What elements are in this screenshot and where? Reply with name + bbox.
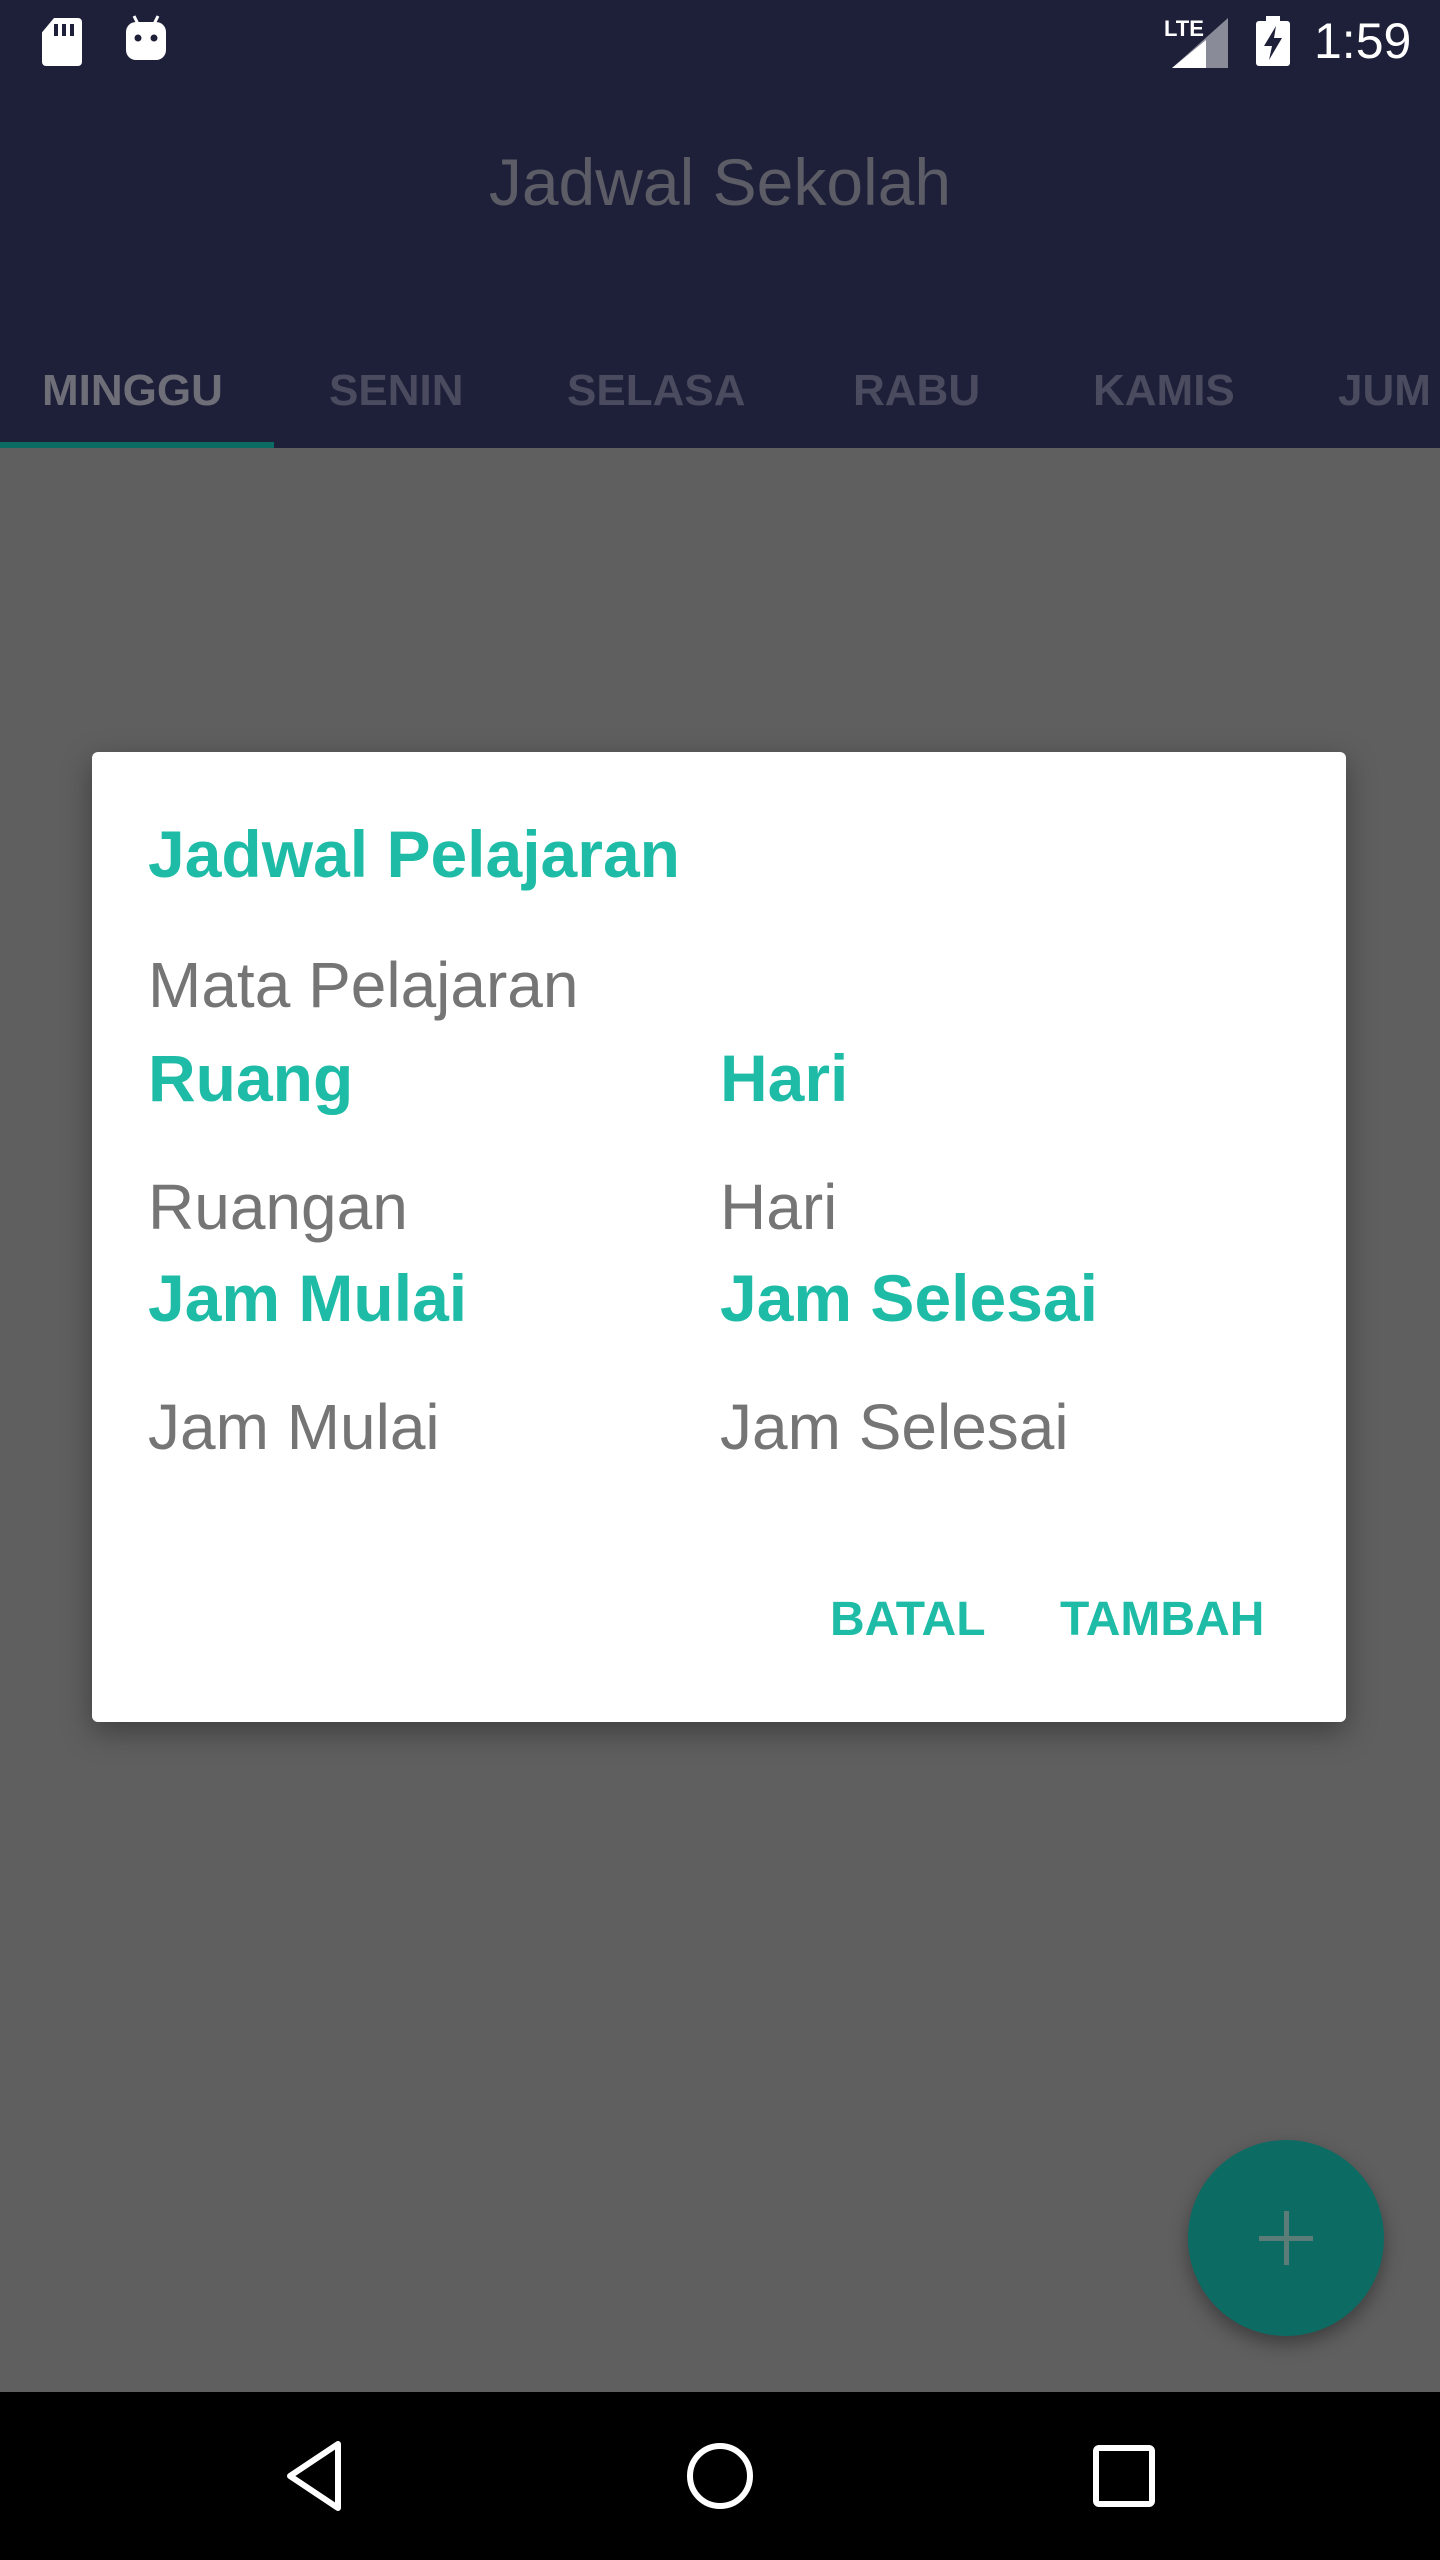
end-time-input[interactable]: [720, 1390, 1290, 1464]
add-schedule-fab[interactable]: [1188, 2140, 1384, 2336]
cancel-button[interactable]: BATAL: [830, 1592, 986, 1647]
subject-input[interactable]: [148, 948, 1288, 1022]
day-label: Hari: [720, 1041, 849, 1115]
room-input[interactable]: [148, 1170, 688, 1244]
start-time-label: Jam Mulai: [148, 1261, 468, 1335]
app-title: Jadwal Sekolah: [488, 145, 952, 219]
day-tabs: MINGGU SENIN SELASA RABU KAMIS JUM: [0, 334, 1440, 448]
tab-kamis[interactable]: KAMIS: [1093, 334, 1235, 448]
app-bar: Jadwal Sekolah MINGGU SENIN SELASA RABU …: [0, 84, 1440, 448]
android-icon: [126, 15, 166, 60]
tab-selasa[interactable]: SELASA: [567, 334, 745, 448]
tab-indicator: [0, 442, 274, 448]
battery-charging-icon: [1256, 16, 1290, 66]
tab-jumat[interactable]: JUM: [1338, 334, 1431, 448]
room-label: Ruang: [148, 1041, 354, 1115]
signal-icon: [1172, 18, 1228, 68]
home-icon[interactable]: [680, 2436, 760, 2516]
tab-minggu[interactable]: MINGGU: [42, 334, 223, 448]
schedule-dialog: Jadwal Pelajaran Ruang Hari Jam Mulai Ja…: [92, 752, 1346, 1722]
end-time-label: Jam Selesai: [720, 1261, 1098, 1335]
back-icon[interactable]: [276, 2436, 356, 2516]
sd-card-icon: [42, 18, 82, 66]
tab-rabu[interactable]: RABU: [853, 334, 980, 448]
tab-senin[interactable]: SENIN: [329, 334, 463, 448]
recents-icon[interactable]: [1084, 2436, 1164, 2516]
add-button[interactable]: TAMBAH: [1060, 1592, 1264, 1647]
navigation-bar: [0, 2392, 1440, 2560]
start-time-input[interactable]: [148, 1390, 688, 1464]
status-bar: LTE 1:59: [0, 0, 1440, 84]
clock: 1:59: [1314, 13, 1412, 69]
dialog-title: Jadwal Pelajaran: [148, 817, 680, 891]
day-input[interactable]: [720, 1170, 1290, 1244]
